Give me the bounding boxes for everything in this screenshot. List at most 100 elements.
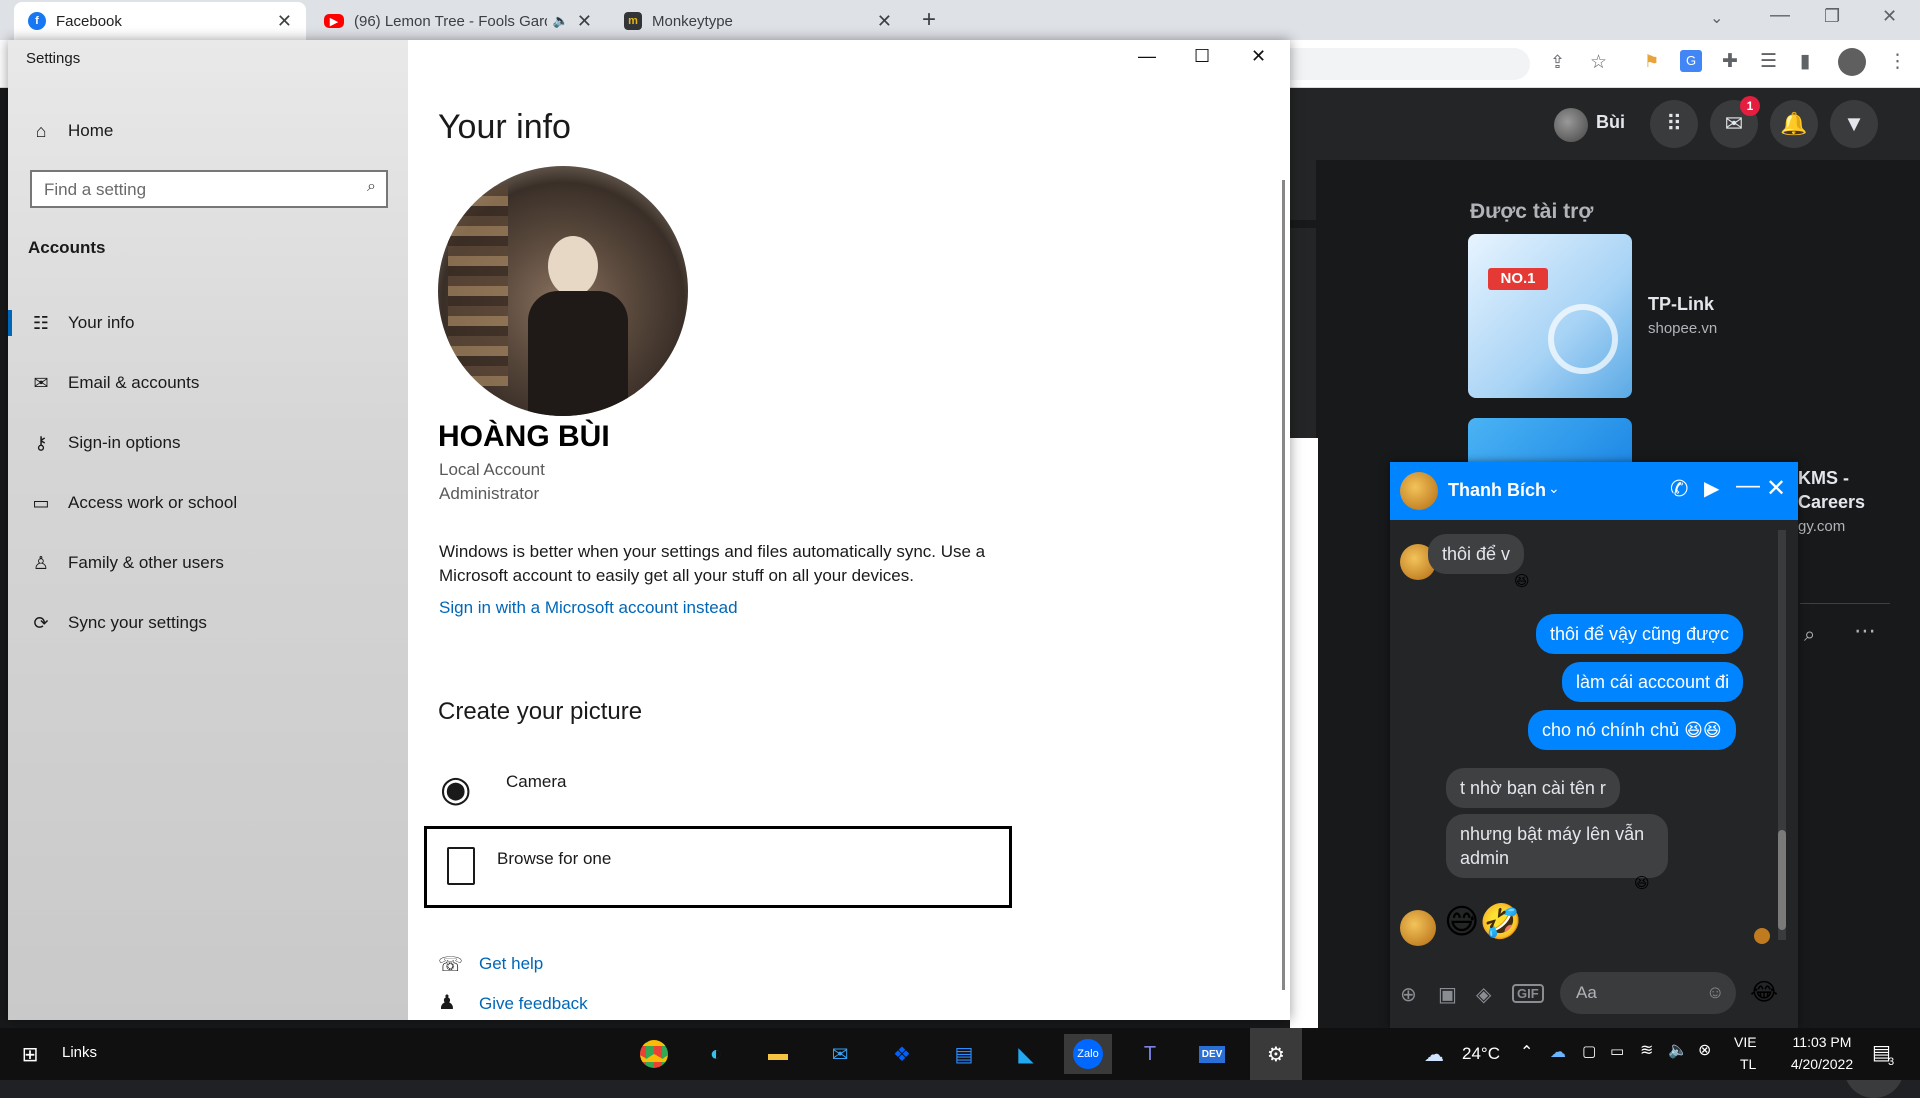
restore-icon[interactable]: ❐ <box>1824 6 1840 27</box>
close-icon[interactable]: ✕ <box>877 11 892 32</box>
edge-icon[interactable]: ◐ <box>692 1034 740 1074</box>
emoji-icon[interactable]: ☺ <box>1706 982 1724 1003</box>
chrome-icon[interactable] <box>630 1034 678 1074</box>
ad-title[interactable]: KMS - Careers <box>1798 466 1918 514</box>
close-icon[interactable]: ✕ <box>577 11 592 32</box>
nav-access-work[interactable]: ▭ Access work or school <box>8 478 408 528</box>
user-name: HOÀNG BÙI <box>438 420 610 453</box>
add-icon[interactable]: ⊕ <box>1400 982 1417 1007</box>
weather-cloud-icon[interactable]: ☁ <box>1424 1042 1444 1067</box>
content-scrollbar[interactable] <box>1282 180 1285 990</box>
more-menu-icon[interactable]: ⋮ <box>1888 50 1907 73</box>
ad-image-tplink[interactable]: NO.1 <box>1468 234 1632 398</box>
avatar[interactable] <box>1554 108 1588 142</box>
google-translate-icon[interactable]: G <box>1680 50 1702 72</box>
led-strip-image <box>1548 304 1618 374</box>
profile-name[interactable]: Bùi <box>1596 112 1625 133</box>
search-icon[interactable]: ⌕ <box>1804 624 1815 647</box>
close-icon[interactable]: ✕ <box>1882 6 1897 27</box>
nav-family-users[interactable]: ♙ Family & other users <box>8 538 408 588</box>
links-toolbar[interactable]: Links <box>62 1044 97 1061</box>
battery-icon[interactable]: ▭ <box>1610 1042 1624 1060</box>
clock-time[interactable]: 11:03 PM <box>1784 1034 1860 1050</box>
give-feedback-link[interactable]: Give feedback <box>479 994 588 1014</box>
tab-search-icon[interactable]: ⌄ <box>1710 8 1723 28</box>
ad-title[interactable]: TP-Link <box>1648 294 1714 315</box>
side-panel-icon[interactable]: ▮ <box>1800 50 1810 73</box>
settings-gear-icon[interactable]: ⚙ <box>1250 1028 1302 1080</box>
clock-date[interactable]: 4/20/2022 <box>1784 1056 1860 1072</box>
image-icon[interactable]: ▣ <box>1438 982 1457 1007</box>
more-options-icon[interactable]: ⋯ <box>1854 618 1876 644</box>
wifi-icon[interactable]: ≋ <box>1640 1040 1653 1060</box>
windows-start-icon[interactable]: ⊞ <box>6 1034 54 1074</box>
person-card-icon: ☷ <box>32 312 50 333</box>
chat-scrollbar[interactable] <box>1778 530 1786 940</box>
zalo-icon[interactable]: Zalo <box>1064 1034 1112 1074</box>
nav-label: Home <box>68 121 114 140</box>
address-bar[interactable] <box>1290 48 1530 80</box>
vscode-icon[interactable]: ◣ <box>1002 1034 1050 1074</box>
tab-facebook[interactable]: f Facebook ✕ <box>14 2 306 40</box>
search-icon[interactable]: ⌕ <box>367 178 376 196</box>
onedrive-icon[interactable]: ☁ <box>1550 1042 1566 1062</box>
minimize-icon[interactable]: — <box>1736 472 1760 500</box>
feed-edge <box>1290 228 1316 438</box>
new-tab-button[interactable]: + <box>922 6 936 34</box>
ad-image-kms[interactable] <box>1468 418 1632 468</box>
bell-icon[interactable]: 🔔 <box>1770 100 1818 148</box>
scroll-thumb[interactable] <box>1778 830 1786 930</box>
profile-avatar[interactable] <box>1838 48 1866 76</box>
nav-your-info[interactable]: ☷ Your info <box>8 298 408 348</box>
microsoft-account-link[interactable]: Sign in with a Microsoft account instead <box>439 598 738 618</box>
avatar[interactable] <box>1400 472 1438 510</box>
menu-grid-icon[interactable]: ⠿ <box>1650 100 1698 148</box>
mute-mic-icon[interactable]: ⊗ <box>1698 1040 1711 1060</box>
maximize-icon[interactable]: ☐ <box>1194 46 1210 67</box>
minimize-icon[interactable]: — <box>1138 46 1156 67</box>
chevron-up-icon[interactable]: ⌃ <box>1520 1042 1533 1062</box>
quick-reaction-icon[interactable]: 😂 <box>1750 978 1778 1007</box>
language-bottom[interactable]: TL <box>1740 1056 1756 1072</box>
bookmark-star-icon[interactable]: ☆ <box>1590 51 1607 74</box>
reading-list-icon[interactable]: ☰ <box>1760 50 1777 73</box>
nav-sign-in-options[interactable]: ⚷ Sign-in options <box>8 418 408 468</box>
file-explorer-icon[interactable]: ▬ <box>754 1034 802 1074</box>
extension-flag-icon[interactable]: ⚑ <box>1644 52 1659 72</box>
find-setting-input[interactable]: Find a setting ⌕ <box>30 170 388 208</box>
app-icon[interactable]: ▤ <box>940 1034 988 1074</box>
teams-icon[interactable]: T <box>1126 1034 1174 1074</box>
message-input[interactable]: Aa ☺ <box>1560 972 1736 1014</box>
settings-sidebar: Settings ⌂ Home Find a setting ⌕ Account… <box>8 40 408 1020</box>
account-type: Local Account <box>439 460 545 479</box>
extensions-puzzle-icon[interactable]: ✚ <box>1722 50 1738 73</box>
close-icon[interactable]: ✕ <box>277 11 292 32</box>
video-icon[interactable]: ▶ <box>1704 476 1719 501</box>
phone-icon[interactable]: ✆ <box>1670 476 1688 502</box>
device-icon[interactable]: ▢ <box>1582 1042 1596 1060</box>
chat-contact-name[interactable]: Thanh Bích <box>1448 480 1546 501</box>
tab-monkeytype[interactable]: m Monkeytype ✕ <box>610 2 906 40</box>
speaker-icon[interactable]: 🔈 <box>553 13 569 29</box>
weather-temp[interactable]: 24°C <box>1462 1044 1500 1064</box>
browse-option[interactable]: Browse for one <box>424 826 1012 908</box>
account-menu-icon[interactable]: ▼ <box>1830 100 1878 148</box>
nav-sync-settings[interactable]: ⟳ Sync your settings <box>8 598 408 648</box>
sticker-icon[interactable]: ◈ <box>1476 982 1491 1007</box>
volume-icon[interactable]: 🔈 <box>1668 1040 1688 1060</box>
nav-email-accounts[interactable]: ✉ Email & accounts <box>8 358 408 408</box>
chevron-down-icon[interactable]: ⌄ <box>1548 480 1560 497</box>
close-icon[interactable]: ✕ <box>1251 46 1266 67</box>
devc-icon[interactable]: DEV <box>1188 1034 1236 1074</box>
get-help-link[interactable]: Get help <box>479 954 543 974</box>
minimize-icon[interactable]: — <box>1770 4 1790 27</box>
close-icon[interactable]: ✕ <box>1766 474 1786 503</box>
camera-option[interactable]: ◉ Camera <box>438 768 958 828</box>
dropbox-icon[interactable]: ❖ <box>878 1034 926 1074</box>
home-nav-item[interactable]: ⌂ Home <box>8 106 408 156</box>
tab-youtube[interactable]: ▶ (96) Lemon Tree - Fools Garden 🔈 ✕ <box>310 2 606 40</box>
language-top[interactable]: VIE <box>1734 1034 1757 1050</box>
mail-icon[interactable]: ✉ <box>816 1034 864 1074</box>
gif-icon[interactable]: GIF <box>1512 984 1544 1003</box>
share-icon[interactable]: ⇪ <box>1550 52 1565 73</box>
